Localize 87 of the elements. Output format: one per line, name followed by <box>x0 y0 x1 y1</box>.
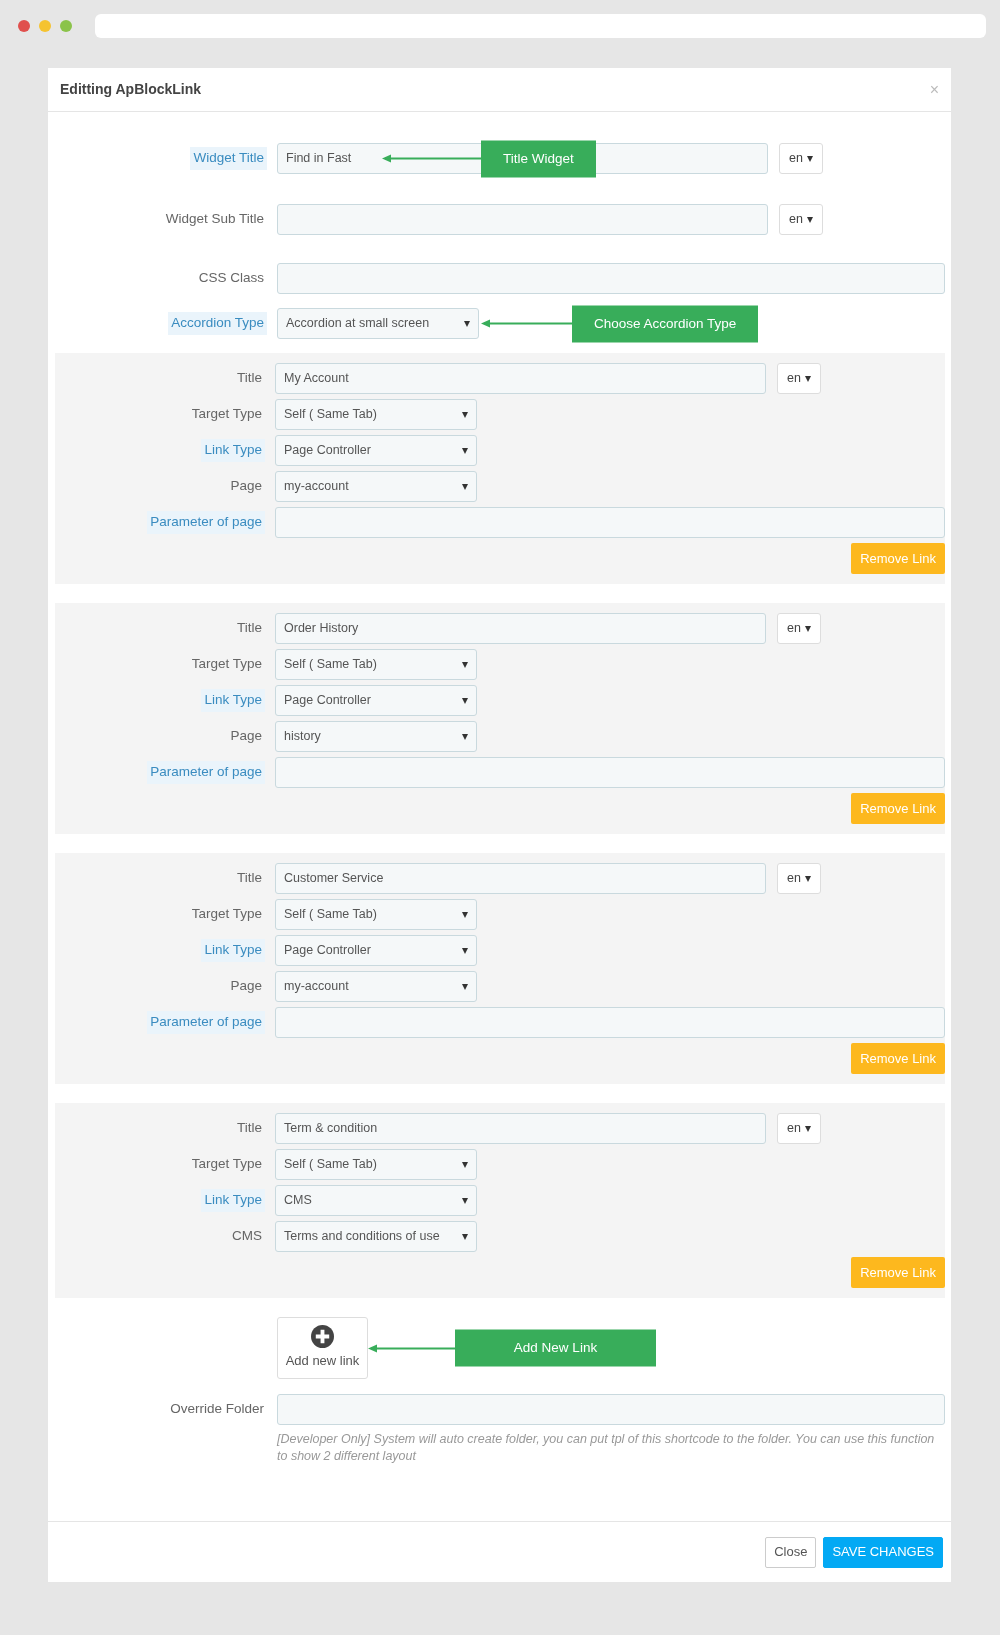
select-dropdown[interactable]: Page Controller <box>275 435 477 466</box>
field-label: Target Type <box>190 655 263 674</box>
caret-icon <box>462 733 468 740</box>
plus-circle-icon <box>311 1325 334 1349</box>
add-link-button[interactable]: Add new link <box>277 1317 368 1379</box>
caret-icon <box>804 1125 811 1132</box>
caret-icon <box>462 661 468 668</box>
language-dropdown[interactable]: en <box>777 363 821 394</box>
field-label: Link Type <box>201 439 265 462</box>
text-input[interactable] <box>277 204 768 235</box>
text-input[interactable]: Order History <box>275 613 766 644</box>
field-label: Title <box>236 369 263 388</box>
field-label: Page <box>229 727 263 746</box>
text-input[interactable] <box>275 757 945 788</box>
caret-icon <box>806 155 813 162</box>
text-input[interactable] <box>275 507 945 538</box>
field-label: Page <box>229 477 263 496</box>
field-label: Target Type <box>190 1155 263 1174</box>
field-label: Title <box>236 1119 263 1138</box>
select-dropdown[interactable]: Accordion at small screen <box>277 308 479 339</box>
field-label: Title <box>236 869 263 888</box>
caret-icon <box>804 375 811 382</box>
caret-icon <box>462 697 468 704</box>
caret-icon <box>464 320 470 327</box>
language-dropdown[interactable]: en <box>777 613 821 644</box>
language-dropdown[interactable]: en <box>779 204 823 235</box>
caret-icon <box>462 1197 468 1204</box>
select-dropdown[interactable]: history <box>275 721 477 752</box>
caret-icon <box>462 911 468 918</box>
language-dropdown[interactable]: en <box>777 863 821 894</box>
language-dropdown[interactable]: en <box>779 143 823 174</box>
text-input[interactable]: My Account <box>275 363 766 394</box>
select-dropdown[interactable]: CMS <box>275 1185 477 1216</box>
callout-tooltip: Add New Link <box>455 1329 656 1367</box>
caret-icon <box>462 483 468 490</box>
caret-icon <box>462 1233 468 1240</box>
text-input[interactable] <box>277 1394 945 1425</box>
field-label: CSS Class <box>197 269 265 288</box>
caret-icon <box>462 447 468 454</box>
field-label: Link Type <box>201 1189 265 1212</box>
arrow-icon <box>382 153 481 164</box>
select-dropdown[interactable]: Self ( Same Tab) <box>275 649 477 680</box>
select-dropdown[interactable]: Self ( Same Tab) <box>275 399 477 430</box>
field-label: Link Type <box>201 689 265 712</box>
text-input[interactable] <box>277 263 945 294</box>
field-label: Link Type <box>201 939 265 962</box>
caret-icon <box>806 216 813 223</box>
minimize-dot-icon[interactable] <box>39 20 51 32</box>
address-bar[interactable] <box>95 14 986 38</box>
caret-icon <box>462 947 468 954</box>
arrow-icon <box>368 1343 455 1353</box>
field-label: Title <box>236 619 263 638</box>
field-label: Widget Title <box>190 147 267 170</box>
arrow-icon <box>481 318 572 329</box>
caret-icon <box>804 875 811 882</box>
text-input[interactable]: Term & condition <box>275 1113 766 1144</box>
field-label: Override Folder <box>169 1400 265 1419</box>
field-label: Target Type <box>190 405 263 424</box>
field-label: Parameter of page <box>147 511 265 534</box>
close-dot-icon[interactable] <box>18 20 30 32</box>
field-label: Page <box>229 977 263 996</box>
callout-tooltip: Title Widget <box>481 140 596 177</box>
field-label: CMS <box>231 1227 263 1246</box>
caret-icon <box>804 625 811 632</box>
field-label: Parameter of page <box>147 761 265 784</box>
select-dropdown[interactable]: my-account <box>275 471 477 502</box>
help-text: [Developer Only] System will auto create folder, you can put tpl of this shortcode to the folder. You can use this function to show 2 different layout <box>277 1431 936 1465</box>
select-dropdown[interactable]: Page Controller <box>275 935 477 966</box>
select-dropdown[interactable]: Terms and conditions of use <box>275 1221 477 1252</box>
text-input[interactable]: Customer Service <box>275 863 766 894</box>
field-label: Widget Sub Title <box>164 210 265 229</box>
close-button[interactable]: Close <box>765 1536 817 1568</box>
select-dropdown[interactable]: Self ( Same Tab) <box>275 899 477 930</box>
select-dropdown[interactable]: Page Controller <box>275 685 477 716</box>
caret-icon <box>462 983 468 990</box>
caret-icon <box>462 411 468 418</box>
caret-icon <box>462 1161 468 1168</box>
maximize-dot-icon[interactable] <box>60 20 72 32</box>
select-dropdown[interactable]: Self ( Same Tab) <box>275 1149 477 1180</box>
field-label: Parameter of page <box>147 1011 265 1034</box>
language-dropdown[interactable]: en <box>777 1113 821 1144</box>
select-dropdown[interactable]: my-account <box>275 971 477 1002</box>
modal-title: Editting ApBlockLink <box>60 80 202 99</box>
callout-tooltip: Choose Accordion Type <box>572 305 759 342</box>
field-label: Accordion Type <box>168 312 267 335</box>
field-label: Target Type <box>190 905 263 924</box>
text-input[interactable] <box>275 1007 945 1038</box>
